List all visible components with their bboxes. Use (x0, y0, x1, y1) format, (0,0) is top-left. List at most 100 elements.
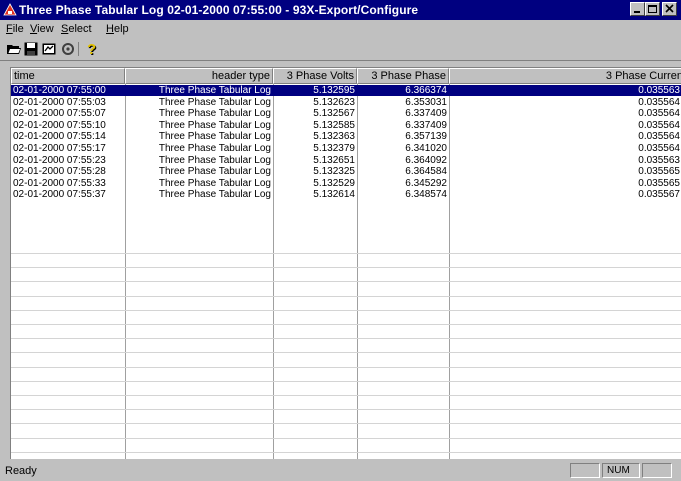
title-bar[interactable]: Three Phase Tabular Log 02-01-2000 07:55… (0, 0, 681, 20)
table-row[interactable]: 02-01-2000 07:55:28 Three Phase Tabular L… (11, 166, 681, 177)
row-divider (11, 423, 681, 425)
row-divider (11, 395, 681, 396)
cell-phase: 6.341020 (405, 143, 447, 154)
cell-phase: 6.337409 (405, 119, 447, 131)
table-row[interactable]: 02-01-2000 07:55:14 Three Phase Tabular L… (11, 131, 681, 142)
cell-phase: 6.345292 (405, 177, 447, 189)
toolbar: ? ? (0, 38, 681, 61)
cell-phase: 6.337409 (405, 108, 447, 120)
table-row[interactable]: 02-01-2000 07:55:07 Three Phase Tabular L… (11, 108, 681, 119)
cell-volts: 5.132651 (313, 154, 355, 166)
cell-phase: 6.348574 (405, 189, 447, 201)
cell-time: 02-01-2000 07:55:17 (13, 143, 106, 154)
cell-current: 0.035567 (638, 189, 680, 201)
row-divider (11, 437, 681, 439)
cell-header-type: Three Phase Tabular Log (158, 143, 271, 154)
cell-phase: 6.357139 (405, 131, 447, 143)
column-header-time[interactable]: time (11, 68, 125, 84)
menu-help-accel: H (106, 23, 114, 35)
cell-header-type: Three Phase Tabular Log (158, 189, 271, 201)
cell-volts: 5.132529 (313, 177, 355, 189)
app-icon (3, 3, 17, 16)
cell-header-type: Three Phase Tabular Log (125, 85, 273, 96)
cell-volts: 5.132623 (313, 96, 355, 108)
cell-time: 02-01-2000 07:55:37 (13, 189, 106, 201)
table-row[interactable]: 02-01-2000 07:55:23 Three Phase Tabular L… (11, 155, 681, 166)
table-row[interactable]: 02-01-2000 07:55:03 Three Phase Tabular L… (11, 97, 681, 108)
cell-header-type: Three Phase Tabular Log (158, 166, 271, 178)
row-divider (11, 338, 681, 340)
cell-time: 02-01-2000 07:55:10 (13, 119, 106, 131)
cell-current: 0.035564 (638, 108, 680, 120)
row-divider (11, 309, 681, 311)
settings-icon[interactable] (60, 41, 76, 57)
cell-time: 02-01-2000 07:55:23 (13, 154, 106, 166)
row-divider (11, 324, 681, 325)
cell-current: 0.035564 (638, 131, 680, 143)
menu-view-label: iew (37, 23, 54, 35)
cell-volts: 5.132379 (313, 143, 355, 154)
row-divider (11, 267, 681, 269)
cell-phase: 6.364092 (405, 154, 447, 166)
help-icon[interactable]: ? ? (84, 41, 100, 57)
cell-current: 0.035564 (638, 143, 680, 154)
cell-header-type: Three Phase Tabular Log (158, 96, 271, 108)
window-title: Three Phase Tabular Log 02-01-2000 07:55… (19, 3, 419, 17)
table-row[interactable]: 02-01-2000 07:55:10 Three Phase Tabular L… (11, 120, 681, 131)
menu-help[interactable]: Help (106, 23, 129, 35)
data-grid[interactable]: time header type 3 Phase Volts 3 Phase P… (10, 67, 681, 459)
save-icon[interactable] (23, 41, 39, 57)
export-icon[interactable] (41, 41, 57, 57)
cell-time: 02-01-2000 07:55:03 (13, 96, 106, 108)
column-header-header-type[interactable]: header type (125, 68, 273, 84)
open-icon[interactable] (6, 41, 22, 57)
table-row[interactable]: 02-01-2000 07:55:17 Three Phase Tabular L… (11, 143, 681, 154)
table-row[interactable]: 02-01-2000 07:55:33 Three Phase Tabular L… (11, 178, 681, 189)
row-divider (11, 295, 681, 297)
menu-file[interactable]: File (6, 23, 24, 35)
status-pane-caps (570, 463, 600, 478)
cell-phase: 6.366374 (357, 85, 449, 96)
cell-phase: 6.364584 (405, 166, 447, 178)
cell-time: 02-01-2000 07:55:00 (11, 85, 125, 96)
status-pane-num: NUM (602, 463, 640, 478)
cell-current: 0.035563 (638, 154, 680, 166)
status-pane-scroll (642, 463, 672, 478)
menu-file-accel: F (6, 23, 13, 35)
minimize-button[interactable] (630, 2, 645, 16)
close-button[interactable] (662, 2, 677, 16)
cell-volts: 5.132567 (313, 108, 355, 120)
menu-view[interactable]: View (30, 23, 54, 35)
cell-header-type: Three Phase Tabular Log (158, 177, 271, 189)
status-bar: Ready NUM (0, 460, 681, 481)
menu-select-label: elect (68, 23, 92, 35)
column-header-volts[interactable]: 3 Phase Volts (273, 68, 357, 84)
cell-header-type: Three Phase Tabular Log (158, 131, 271, 143)
table-row[interactable]: 02-01-2000 07:55:37 Three Phase Tabular L… (11, 189, 681, 200)
cell-phase: 6.353031 (405, 96, 447, 108)
row-divider (11, 366, 681, 368)
cell-time: 02-01-2000 07:55:07 (13, 108, 106, 120)
cell-current: 0.035563 (449, 85, 681, 96)
cell-current: 0.035565 (638, 177, 680, 189)
menu-select[interactable]: Select (61, 23, 92, 35)
column-header-phase[interactable]: 3 Phase Phase (357, 68, 449, 84)
cell-volts: 5.132614 (313, 189, 355, 201)
row-divider (11, 253, 681, 254)
cell-current: 0.035564 (638, 96, 680, 108)
menu-bar: File View Select Help (0, 20, 681, 38)
cell-volts: 5.132595 (273, 85, 357, 96)
table-row[interactable]: 02-01-2000 07:55:00 Three Phase Tabular L… (11, 85, 681, 96)
cell-volts: 5.132325 (313, 166, 355, 178)
svg-text:?: ? (87, 41, 96, 57)
row-divider (11, 409, 681, 411)
column-header-current[interactable]: 3 Phase Current (449, 68, 681, 84)
row-divider (11, 380, 681, 382)
status-text: Ready (5, 465, 37, 477)
menu-file-label: ile (12, 23, 24, 35)
minimize-icon (634, 11, 640, 13)
window-controls (628, 2, 680, 18)
toolbar-separator (78, 42, 79, 56)
row-divider (11, 352, 681, 354)
maximize-button[interactable] (645, 2, 660, 16)
